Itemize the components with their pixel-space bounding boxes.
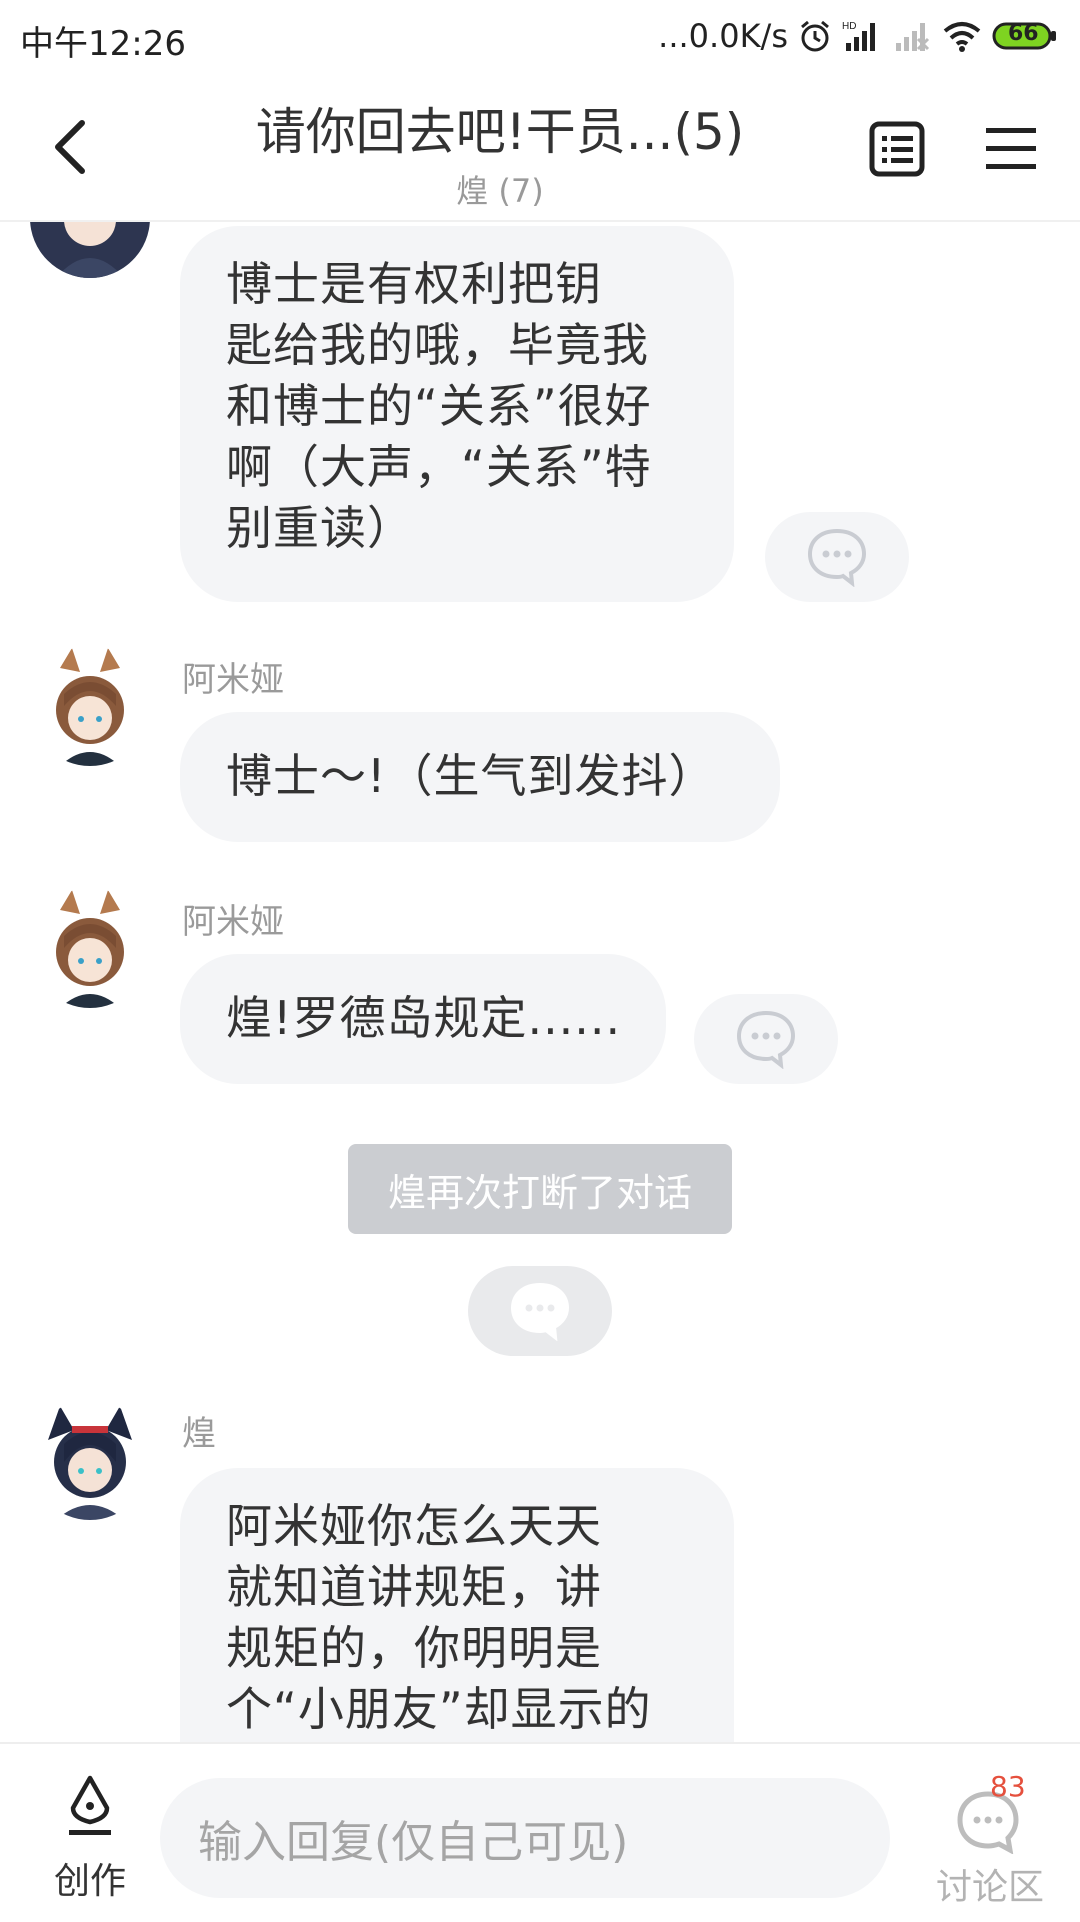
message-bubble[interactable]: 煌!罗德岛规定...... [180,954,666,1084]
comment-button[interactable] [694,994,838,1084]
message-bubble[interactable]: 阿米娅你怎么天天 就知道讲规矩，讲 规矩的，你明明是 个“小朋友”却显示的 [180,1468,734,1742]
status-icons: ...0.0K/s HD 66 [658,14,1058,58]
message-text: 博士是有权利把钥 匙给我的哦，毕竟我 和博士的“关系”很好 啊（大声，“关系”特… [226,257,652,555]
avatar-huang[interactable] [30,1400,150,1520]
create-label: 创作 [53,1861,126,1902]
create-button[interactable]: 创作 [40,1774,140,1904]
status-time: 中午12:26 [20,24,186,64]
battery-level: 66 [1008,21,1039,46]
avatar-amiya[interactable] [30,888,150,1008]
alarm-icon [798,19,832,53]
back-icon [55,120,85,174]
speaker-name: 阿米娅 [182,660,284,700]
message-bubble[interactable]: 博士～!（生气到发抖） [180,712,780,842]
comment-icon [736,1010,796,1069]
system-notice: 煌再次打断了对话 [348,1144,732,1234]
back-button[interactable] [40,112,100,182]
signal-icon [892,19,932,53]
discussion-badge: 83 [990,1770,1026,1803]
message-bubble[interactable]: 博士是有权利把钥 匙给我的哦，毕竟我 和博士的“关系”很好 啊（大声，“关系”特… [180,226,734,602]
signal-hd-icon: HD [842,19,882,53]
discussion-label: 讨论区 [935,1867,1044,1908]
menu-button[interactable] [976,114,1046,184]
comment-button[interactable] [468,1266,612,1356]
chat-header: 请你回去吧!干员...(5) 煌 (7) [0,74,1080,222]
page-subtitle: 煌 (7) [456,172,544,210]
battery-icon: 66 [992,19,1058,53]
list-icon [869,121,925,177]
menu-icon [986,128,1036,169]
message-text: 博士～!（生气到发抖） [226,749,716,803]
svg-text:HD: HD [842,21,856,32]
comment-button[interactable] [765,512,909,602]
pen-nib-icon [69,1775,111,1835]
speaker-name: 阿米娅 [182,902,284,942]
chat-area[interactable]: 博士是有权利把钥 匙给我的哦，毕竟我 和博士的“关系”很好 啊（大声，“关系”特… [0,222,1080,1742]
avatar-amiya[interactable] [30,646,150,766]
avatar-huang[interactable] [30,222,150,278]
catalog-button[interactable] [862,114,932,184]
status-bar: 中午12:26 ...0.0K/s HD 66 [0,0,1080,74]
page-title: 请你回去吧!干员...(5) [255,103,745,161]
network-speed: ...0.0K/s [658,17,788,55]
speaker-name: 煌 [182,1414,216,1454]
comment-icon [807,528,867,587]
discussion-button[interactable]: 83 讨论区 [920,1770,1060,1910]
reply-placeholder: 输入回复(仅自己可见) [198,1817,629,1868]
message-text: 煌!罗德岛规定...... [226,991,622,1045]
reply-input[interactable]: 输入回复(仅自己可见) [160,1778,890,1898]
message-text: 阿米娅你怎么天天 就知道讲规矩，讲 规矩的，你明明是 个“小朋友”却显示的 [226,1499,652,1736]
comment-icon [510,1282,570,1341]
bottom-bar: 创作 输入回复(仅自己可见) 83 讨论区 [0,1742,1080,1922]
wifi-icon [942,19,982,53]
